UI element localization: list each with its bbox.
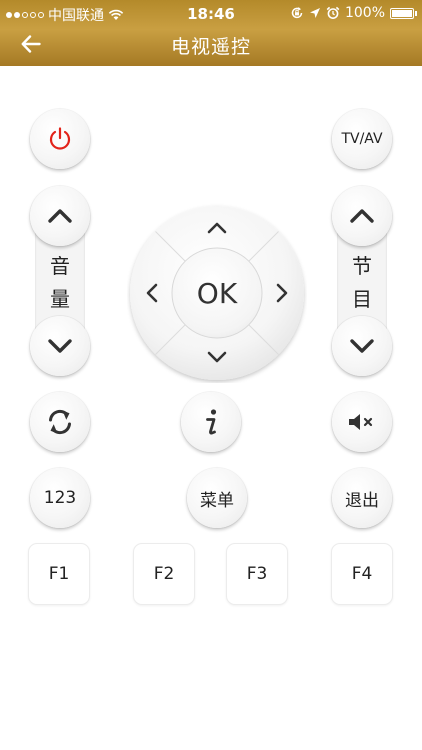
battery-percent: 100% bbox=[344, 5, 385, 21]
number-pad-label: 123 bbox=[43, 488, 77, 508]
volume-label-1: 音 bbox=[50, 254, 70, 278]
dpad-up-button[interactable] bbox=[182, 205, 252, 247]
f4-label: F4 bbox=[351, 564, 373, 584]
exit-label: 退出 bbox=[345, 490, 379, 511]
volume-up-button[interactable] bbox=[30, 186, 90, 246]
menu-label: 菜单 bbox=[200, 490, 234, 511]
chevron-down-icon bbox=[48, 339, 72, 353]
chevron-down-icon bbox=[350, 339, 374, 353]
chevron-up-icon bbox=[350, 209, 374, 223]
volume-down-button[interactable] bbox=[30, 316, 90, 376]
info-button[interactable] bbox=[181, 392, 241, 452]
direction-pad: OK bbox=[127, 203, 307, 383]
channel-down-button[interactable] bbox=[332, 316, 392, 376]
chevron-up-icon bbox=[48, 209, 72, 223]
power-icon bbox=[49, 127, 71, 150]
remote-screen: 中国联通 18:46 100% 电视遥控 TV/AV 音 量 节 目 OK 12… bbox=[0, 0, 422, 750]
channel-up-button[interactable] bbox=[332, 186, 392, 246]
f3-label: F3 bbox=[246, 564, 268, 584]
dpad-right-button[interactable] bbox=[263, 258, 305, 328]
f1-label: F1 bbox=[48, 564, 70, 584]
f3-button[interactable]: F3 bbox=[226, 543, 288, 605]
channel-label-2: 目 bbox=[352, 287, 372, 311]
volume-label-2: 量 bbox=[50, 287, 70, 311]
number-pad-button[interactable]: 123 bbox=[30, 468, 90, 528]
f2-label: F2 bbox=[153, 564, 175, 584]
battery-icon bbox=[390, 7, 417, 19]
f2-button[interactable]: F2 bbox=[133, 543, 195, 605]
chevron-down-icon bbox=[207, 351, 227, 363]
chevron-right-icon bbox=[276, 283, 288, 303]
refresh-icon bbox=[49, 409, 71, 435]
channel-label-1: 节 bbox=[352, 254, 372, 278]
tv-av-label: TV/AV bbox=[341, 131, 383, 147]
location-arrow-icon bbox=[309, 8, 320, 18]
f1-button[interactable]: F1 bbox=[28, 543, 90, 605]
ok-label: OK bbox=[196, 276, 238, 310]
header: 中国联通 18:46 100% 电视遥控 bbox=[0, 0, 422, 66]
exit-button[interactable]: 退出 bbox=[332, 468, 392, 528]
status-right: 100% bbox=[290, 5, 417, 21]
mute-icon bbox=[349, 414, 373, 430]
ok-button[interactable]: OK bbox=[172, 248, 262, 338]
info-icon bbox=[206, 409, 217, 435]
refresh-button[interactable] bbox=[30, 392, 90, 452]
page-title: 电视遥控 bbox=[170, 36, 251, 58]
mute-button[interactable] bbox=[332, 392, 392, 452]
alarm-icon bbox=[326, 6, 340, 19]
tv-av-button[interactable]: TV/AV bbox=[332, 109, 392, 169]
chevron-up-icon bbox=[207, 222, 227, 234]
power-button[interactable] bbox=[30, 109, 90, 169]
rotation-lock-icon bbox=[291, 7, 303, 19]
chevron-left-icon bbox=[146, 283, 158, 303]
battery-fill bbox=[392, 9, 412, 17]
menu-button[interactable]: 菜单 bbox=[187, 468, 247, 528]
dpad-down-button[interactable] bbox=[182, 339, 252, 381]
f4-button[interactable]: F4 bbox=[331, 543, 393, 605]
dpad-left-button[interactable] bbox=[129, 258, 171, 328]
nav-bar: 电视遥控 bbox=[0, 24, 422, 64]
